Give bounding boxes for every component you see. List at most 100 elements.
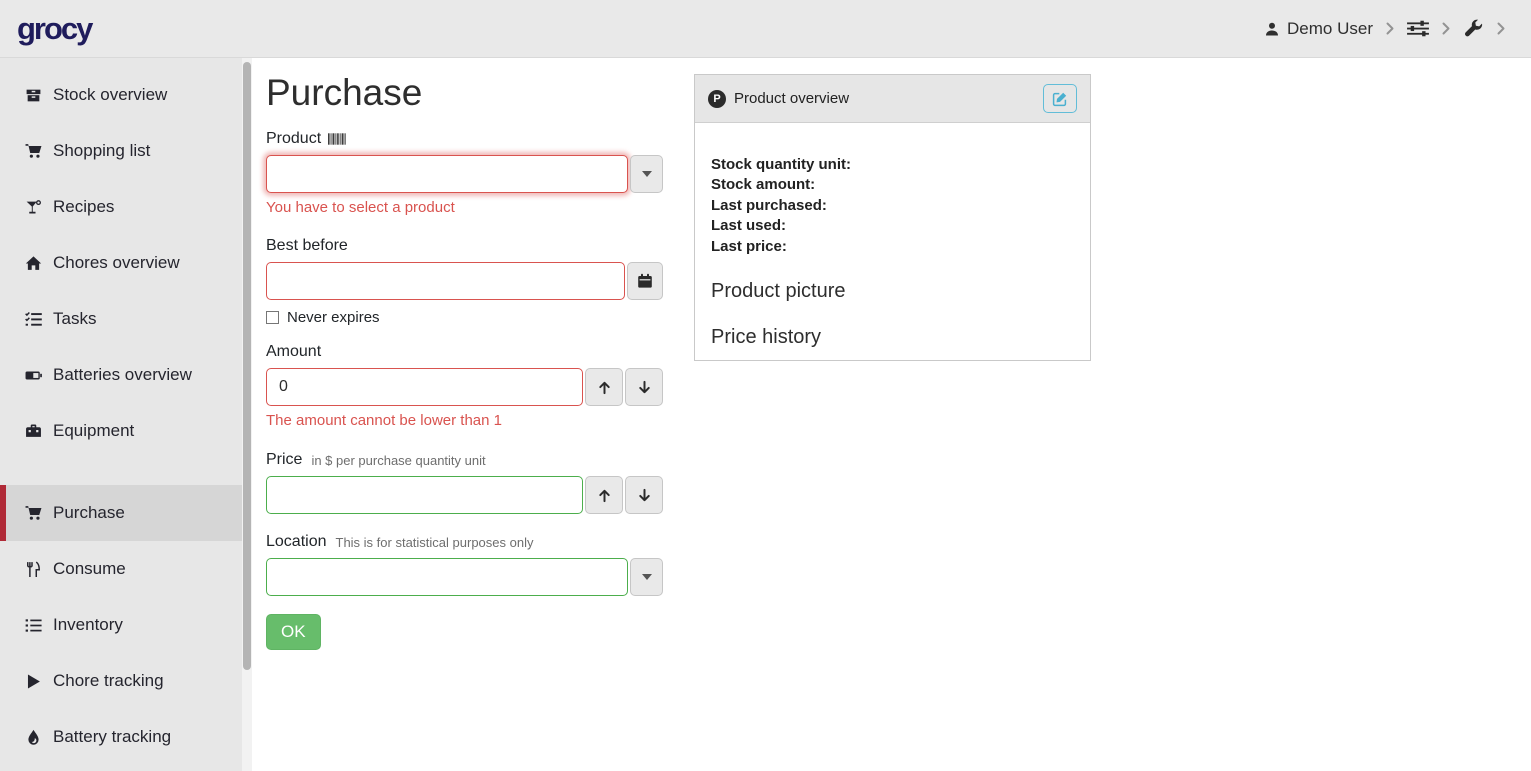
tasks-list-icon	[25, 311, 42, 328]
calendar-icon	[637, 273, 653, 289]
chevron-right-icon	[1497, 22, 1505, 35]
product-input[interactable]	[266, 155, 628, 193]
user-menu[interactable]: Demo User	[1264, 19, 1373, 39]
amount-input[interactable]	[266, 368, 583, 406]
product-overview-title: Product overview	[734, 90, 849, 107]
sidebar-item-chores-overview[interactable]: Chores overview	[0, 235, 252, 291]
flame-drop-icon	[25, 729, 42, 746]
header-right-nav: Demo User	[1264, 19, 1505, 39]
top-header: grocy Demo User	[0, 0, 1531, 58]
stock-amount-label: Stock amount:	[711, 175, 1076, 195]
never-expires-row: Never expires	[266, 309, 663, 326]
archive-boxes-icon	[25, 87, 42, 104]
chevron-right-icon	[1442, 22, 1450, 35]
sidebar-item-label: Tasks	[53, 309, 96, 329]
calendar-button[interactable]	[627, 262, 663, 300]
sidebar-item-label: Equipment	[53, 421, 134, 441]
never-expires-label: Never expires	[287, 309, 380, 326]
grocy-logo[interactable]: grocy	[17, 11, 91, 47]
last-price-label: Last price:	[711, 237, 1076, 257]
home-icon	[25, 255, 42, 272]
sidebar-item-label: Chores overview	[53, 253, 180, 273]
user-name: Demo User	[1287, 19, 1373, 39]
sidebar-item-battery-tracking[interactable]: Battery tracking	[0, 709, 252, 765]
product-dropdown-button[interactable]	[630, 155, 663, 193]
location-input[interactable]	[266, 558, 628, 596]
battery-icon	[25, 367, 42, 384]
arrow-down-icon	[637, 380, 652, 395]
sidebar-item-label: Shopping list	[53, 141, 150, 161]
barcode-icon	[328, 133, 347, 145]
utensils-icon	[25, 561, 42, 578]
location-dropdown-button[interactable]	[630, 558, 663, 596]
product-circle-icon: P	[708, 90, 726, 108]
product-label: Product	[266, 130, 321, 148]
price-history-heading: Price history	[711, 326, 1076, 349]
shopping-cart-icon	[25, 505, 42, 522]
sidebar-item-purchase[interactable]: Purchase	[0, 485, 252, 541]
product-group: Product You have to select a product	[266, 130, 663, 216]
edit-product-button[interactable]	[1043, 84, 1077, 113]
toolbox-icon	[25, 423, 42, 440]
product-overview-body: Stock quantity unit: Stock amount: Last …	[695, 123, 1090, 363]
caret-down-icon	[642, 171, 652, 177]
amount-group: Amount The amount cannot be lower than 1	[266, 343, 663, 429]
arrow-up-icon	[597, 488, 612, 503]
sidebar-item-batteries-overview[interactable]: Batteries overview	[0, 347, 252, 403]
admin-wrench-icon[interactable]	[1463, 19, 1484, 38]
settings-sliders-icon[interactable]	[1407, 20, 1429, 37]
amount-increment-button[interactable]	[585, 368, 623, 406]
ok-button[interactable]: OK	[266, 614, 321, 650]
sidebar-item-stock-overview[interactable]: Stock overview	[0, 67, 252, 123]
sidebar-item-label: Batteries overview	[53, 365, 192, 385]
edit-pencil-icon	[1052, 91, 1068, 107]
sidebar-item-label: Consume	[53, 559, 126, 579]
price-hint: in $ per purchase quantity unit	[311, 453, 485, 468]
sidebar-item-label: Purchase	[53, 503, 125, 523]
best-before-group: Best before Never expires	[266, 237, 663, 326]
product-error: You have to select a product	[266, 199, 663, 216]
sidebar-item-equipment[interactable]: Equipment	[0, 403, 252, 459]
sidebar-item-consume[interactable]: Consume	[0, 541, 252, 597]
sidebar-item-label: Chore tracking	[53, 671, 164, 691]
sidebar-item-label: Inventory	[53, 615, 123, 635]
cocktail-glass-icon	[25, 199, 42, 216]
product-label-row: Product	[266, 130, 663, 148]
sidebar-item-chore-tracking[interactable]: Chore tracking	[0, 653, 252, 709]
amount-label: Amount	[266, 343, 321, 361]
list-icon	[25, 617, 42, 634]
price-decrement-button[interactable]	[625, 476, 663, 514]
price-input[interactable]	[266, 476, 583, 514]
price-increment-button[interactable]	[585, 476, 623, 514]
price-label: Price	[266, 451, 302, 469]
chevron-right-icon	[1386, 22, 1394, 35]
caret-down-icon	[642, 574, 652, 580]
sidebar: Stock overview Shopping list Recipes Cho…	[0, 58, 252, 771]
never-expires-checkbox[interactable]	[266, 311, 279, 324]
arrow-up-icon	[597, 380, 612, 395]
product-picture-heading: Product picture	[711, 280, 1076, 303]
sidebar-item-recipes[interactable]: Recipes	[0, 179, 252, 235]
sidebar-item-label: Battery tracking	[53, 727, 171, 747]
location-group: Location This is for statistical purpose…	[266, 533, 663, 596]
amount-decrement-button[interactable]	[625, 368, 663, 406]
sidebar-scrollbar-track[interactable]	[242, 58, 252, 771]
page-title: Purchase	[266, 70, 663, 116]
sidebar-item-inventory[interactable]: Inventory	[0, 597, 252, 653]
sidebar-item-label: Recipes	[53, 197, 114, 217]
last-used-label: Last used:	[711, 216, 1076, 236]
sidebar-scrollbar-thumb[interactable]	[243, 62, 251, 670]
sidebar-item-tasks[interactable]: Tasks	[0, 291, 252, 347]
sidebar-item-shopping-list[interactable]: Shopping list	[0, 123, 252, 179]
stock-quantity-unit-label: Stock quantity unit:	[711, 155, 1076, 175]
best-before-label: Best before	[266, 237, 348, 255]
price-group: Price in $ per purchase quantity unit	[266, 451, 663, 514]
user-icon	[1264, 21, 1280, 37]
best-before-input[interactable]	[266, 262, 625, 300]
purchase-form: Purchase Product You have to select a pr…	[266, 70, 663, 650]
play-icon	[25, 673, 42, 690]
amount-error: The amount cannot be lower than 1	[266, 412, 663, 429]
location-label: Location	[266, 533, 327, 551]
shopping-cart-icon	[25, 143, 42, 160]
product-overview-header: P Product overview	[695, 75, 1090, 123]
